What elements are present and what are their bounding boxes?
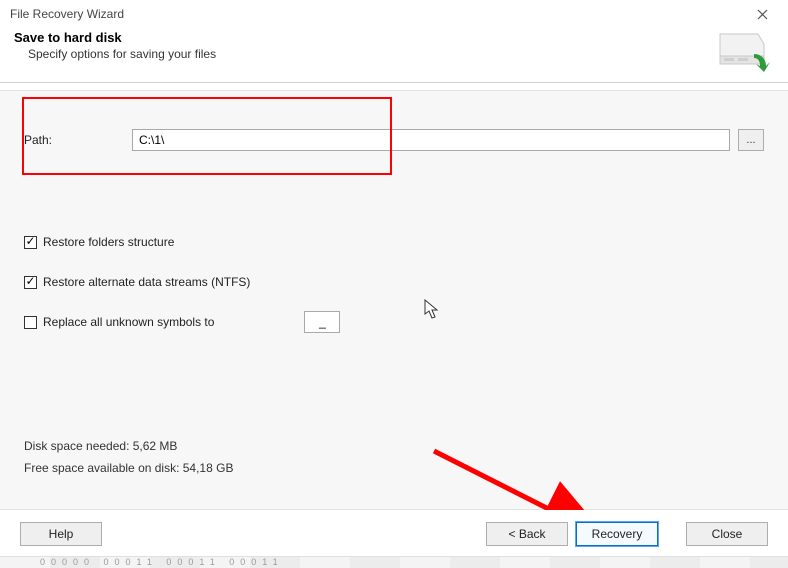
titlebar: File Recovery Wizard [0, 0, 788, 28]
replace-unknown-label: Replace all unknown symbols to [43, 315, 214, 329]
close-button[interactable]: Close [686, 522, 768, 546]
file-recovery-wizard-window: File Recovery Wizard Save to hard disk S… [0, 0, 788, 568]
restore-folders-checkbox[interactable] [24, 236, 37, 249]
replace-unknown-input[interactable] [304, 311, 340, 333]
restore-ads-row[interactable]: Restore alternate data streams (NTFS) [24, 271, 764, 293]
background-data-strip: 00000 00011 00011 00011 [0, 556, 788, 568]
replace-unknown-row[interactable]: Replace all unknown symbols to [24, 311, 764, 333]
restore-folders-label: Restore folders structure [43, 235, 174, 249]
page-heading: Save to hard disk [14, 30, 714, 45]
close-icon[interactable] [744, 2, 780, 26]
browse-button[interactable]: ... [738, 129, 764, 151]
recovery-button[interactable]: Recovery [576, 522, 658, 546]
disk-space-free: Free space available on disk: 54,18 GB [24, 457, 233, 479]
disk-info: Disk space needed: 5,62 MB Free space av… [24, 435, 233, 479]
back-button[interactable]: < Back [486, 522, 568, 546]
help-button[interactable]: Help [20, 522, 102, 546]
divider [0, 82, 788, 83]
replace-unknown-checkbox[interactable] [24, 316, 37, 329]
hard-disk-icon [714, 30, 770, 72]
window-title: File Recovery Wizard [10, 7, 744, 21]
page-subtitle: Specify options for saving your files [28, 47, 714, 61]
wizard-body: Path: ... Restore folders structure Rest… [0, 90, 788, 510]
restore-folders-row[interactable]: Restore folders structure [24, 231, 764, 253]
path-input[interactable] [132, 129, 730, 151]
wizard-footer: Help < Back Recovery Close 00000 00011 0… [0, 510, 788, 568]
restore-ads-checkbox[interactable] [24, 276, 37, 289]
restore-ads-label: Restore alternate data streams (NTFS) [43, 275, 250, 289]
wizard-header: Save to hard disk Specify options for sa… [0, 28, 788, 82]
disk-space-needed: Disk space needed: 5,62 MB [24, 435, 233, 457]
path-label: Path: [24, 133, 132, 147]
